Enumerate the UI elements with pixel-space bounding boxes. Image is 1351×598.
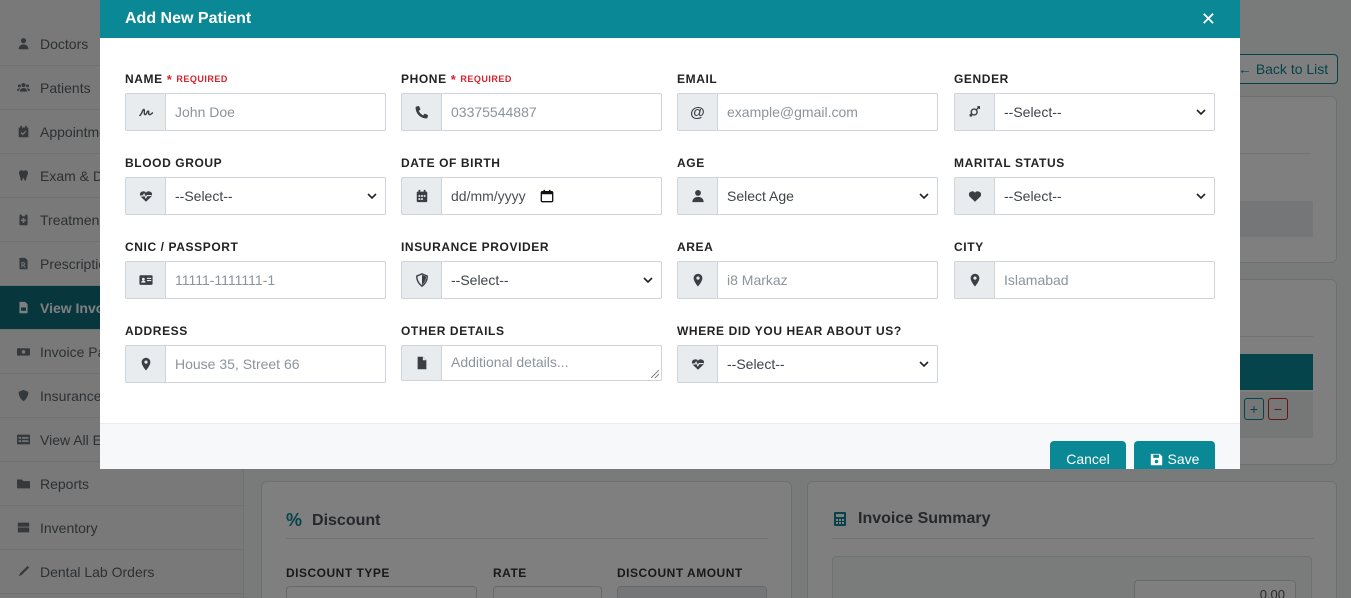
marital-status-label: MARITAL STATUS <box>954 156 1065 170</box>
phone-input[interactable]: 03375544887 <box>441 93 662 131</box>
modal-body: NAME * REQUIRED John Doe PHONE * REQUIRE… <box>100 38 1240 423</box>
city-input[interactable]: Islamabad <box>994 261 1215 299</box>
address-input[interactable]: House 35, Street 66 <box>165 345 386 383</box>
insurance-field: INSURANCE PROVIDER --Select-- <box>401 239 662 299</box>
marital-status-field: MARITAL STATUS --Select-- <box>954 155 1215 215</box>
email-input[interactable]: example@gmail.com <box>717 93 938 131</box>
other-details-field: OTHER DETAILS Additional details... <box>401 323 662 381</box>
insurance-select[interactable]: --Select-- <box>441 261 662 299</box>
name-label-text: NAME <box>125 72 163 86</box>
save-icon <box>1150 453 1162 465</box>
email-field: EMAIL @ example@gmail.com <box>677 71 938 131</box>
name-label: NAME * REQUIRED <box>125 71 386 87</box>
cnic-input[interactable]: 11111-1111111-1 <box>165 261 386 299</box>
phone-icon <box>401 93 441 131</box>
save-label: Save <box>1167 451 1200 467</box>
required-tag: REQUIRED <box>176 74 228 84</box>
marital-status-select[interactable]: --Select-- <box>994 177 1215 215</box>
email-label: EMAIL <box>677 72 718 86</box>
age-select[interactable]: Select Age <box>717 177 938 215</box>
map-marker-icon <box>125 345 165 383</box>
referral-label: WHERE DID YOU HEAR ABOUT US? <box>677 324 902 338</box>
area-input[interactable]: i8 Markaz <box>717 261 938 299</box>
referral-select-value: --Select-- <box>727 356 785 372</box>
gender-field: GENDER --Select-- <box>954 71 1215 131</box>
city-label: CITY <box>954 240 984 254</box>
other-details-label: OTHER DETAILS <box>401 324 505 338</box>
dob-field: DATE OF BIRTH dd/mm/yyyy <box>401 155 662 215</box>
blood-group-field: BLOOD GROUP --Select-- <box>125 155 386 215</box>
other-details-textarea[interactable]: Additional details... <box>441 345 662 381</box>
referral-field: WHERE DID YOU HEAR ABOUT US? --Select-- <box>677 323 938 383</box>
date-picker-icon[interactable] <box>540 189 554 203</box>
id-card-icon <box>125 261 165 299</box>
cancel-label: Cancel <box>1066 451 1110 467</box>
shield-half-icon <box>401 261 441 299</box>
calendar-icon <box>401 177 441 215</box>
city-field: CITY Islamabad <box>954 239 1215 299</box>
area-label: AREA <box>677 240 714 254</box>
resize-handle[interactable] <box>651 370 659 378</box>
chevron-down-icon <box>919 361 929 368</box>
gender-label: GENDER <box>954 72 1009 86</box>
blood-group-select-value: --Select-- <box>175 188 233 204</box>
signature-icon <box>125 93 165 131</box>
name-input[interactable]: John Doe <box>165 93 386 131</box>
heartbeat-icon <box>125 177 165 215</box>
venus-mars-icon <box>954 93 994 131</box>
map-marker-icon <box>954 261 994 299</box>
chevron-down-icon <box>367 193 377 200</box>
blood-group-select[interactable]: --Select-- <box>165 177 386 215</box>
phone-field: PHONE * REQUIRED 03375544887 <box>401 71 662 131</box>
user-icon <box>677 177 717 215</box>
required-star: * <box>166 71 173 87</box>
required-tag: REQUIRED <box>460 74 512 84</box>
chevron-down-icon <box>1196 193 1206 200</box>
file-icon <box>401 345 441 381</box>
modal-title: Add New Patient <box>125 10 252 27</box>
heartbeat-icon <box>677 345 717 383</box>
referral-select[interactable]: --Select-- <box>717 345 938 383</box>
close-icon: ✕ <box>1200 9 1216 29</box>
insurance-select-value: --Select-- <box>451 272 509 288</box>
blood-group-label: BLOOD GROUP <box>125 156 223 170</box>
cancel-button[interactable]: Cancel <box>1050 441 1126 469</box>
age-label: AGE <box>677 156 705 170</box>
insurance-label: INSURANCE PROVIDER <box>401 240 550 254</box>
close-button[interactable]: ✕ <box>1201 10 1216 28</box>
dob-label: DATE OF BIRTH <box>401 156 501 170</box>
cnic-label: CNIC / PASSPORT <box>125 240 239 254</box>
address-label: ADDRESS <box>125 324 188 338</box>
cnic-field: CNIC / PASSPORT 11111-1111111-1 <box>125 239 386 299</box>
age-select-value: Select Age <box>727 188 794 204</box>
chevron-down-icon <box>919 193 929 200</box>
required-star: * <box>450 71 457 87</box>
phone-label: PHONE * REQUIRED <box>401 71 662 87</box>
other-details-placeholder: Additional details... <box>451 354 569 370</box>
chevron-down-icon <box>1196 109 1206 116</box>
gender-select[interactable]: --Select-- <box>994 93 1215 131</box>
age-field: AGE Select Age <box>677 155 938 215</box>
at-icon: @ <box>677 93 717 131</box>
gender-select-value: --Select-- <box>1004 104 1062 120</box>
dob-input-value: dd/mm/yyyy <box>451 188 526 204</box>
name-field: NAME * REQUIRED John Doe <box>125 71 386 131</box>
address-field: ADDRESS House 35, Street 66 <box>125 323 386 383</box>
area-field: AREA i8 Markaz <box>677 239 938 299</box>
add-patient-modal: Add New Patient ✕ NAME * REQUIRED John D… <box>100 0 1240 469</box>
modal-header: Add New Patient ✕ <box>100 0 1240 38</box>
modal-footer: Cancel Save <box>100 423 1240 469</box>
map-marker-icon <box>677 261 717 299</box>
heart-icon <box>954 177 994 215</box>
chevron-down-icon <box>643 277 653 284</box>
dob-input[interactable]: dd/mm/yyyy <box>441 177 662 215</box>
marital-status-select-value: --Select-- <box>1004 188 1062 204</box>
phone-label-text: PHONE <box>401 72 447 86</box>
save-button[interactable]: Save <box>1134 441 1215 469</box>
